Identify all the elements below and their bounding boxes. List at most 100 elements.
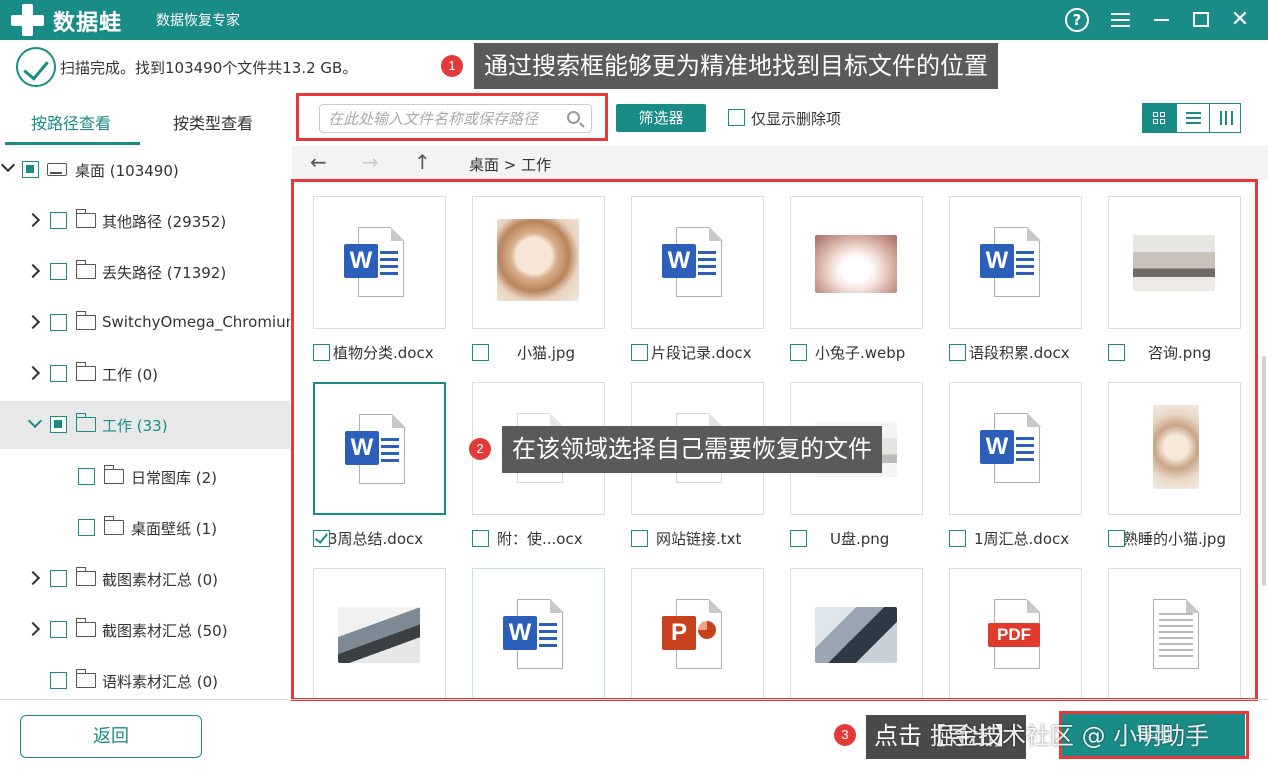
file-card[interactable]: PDF xyxy=(949,568,1082,700)
grid-view-button[interactable] xyxy=(1143,104,1176,132)
tree-checkbox[interactable] xyxy=(22,161,39,178)
word-file-icon: W xyxy=(344,226,406,299)
chevron-right-icon[interactable] xyxy=(25,212,41,228)
file-name-label: 1周汇总.docx xyxy=(974,530,1070,548)
back-arrow-icon[interactable]: ← xyxy=(310,150,327,174)
title-bar: 数据蛙 数据恢复专家 ? ✕ xyxy=(0,0,1268,40)
file-card[interactable]: W xyxy=(472,568,605,700)
file-checkbox[interactable] xyxy=(790,530,807,547)
tree-item-desktop[interactable]: 桌面 (103490) xyxy=(0,148,290,192)
forward-arrow-icon[interactable]: → xyxy=(362,150,379,174)
help-button[interactable]: ? xyxy=(1062,5,1092,35)
file-checkbox[interactable] xyxy=(631,530,648,547)
tree-checkbox[interactable] xyxy=(50,314,67,331)
chevron-down-icon[interactable] xyxy=(27,413,43,429)
file-card[interactable]: W xyxy=(313,382,446,515)
search-box[interactable] xyxy=(319,104,592,133)
file-name-label: 植物分类.docx xyxy=(333,344,434,362)
active-tab-indicator xyxy=(5,142,140,145)
up-arrow-icon[interactable]: ↑ xyxy=(414,150,431,174)
chevron-right-icon[interactable] xyxy=(25,314,41,330)
tree-checkbox[interactable] xyxy=(50,212,67,229)
tree-item-label: 丢失路径 (71392) xyxy=(102,264,227,282)
tree-item-label: 日常图库 (2) xyxy=(131,469,218,487)
search-icon[interactable] xyxy=(567,111,580,124)
app-name: 数据蛙 xyxy=(53,11,123,36)
menu-button[interactable] xyxy=(1105,5,1135,35)
tree-item-daily-gallery[interactable]: 日常图库 (2) xyxy=(0,455,290,499)
chevron-right-icon[interactable] xyxy=(25,621,41,637)
chevron-right-icon[interactable] xyxy=(25,263,41,279)
text-file-icon xyxy=(1139,598,1201,671)
file-card[interactable]: W xyxy=(631,196,764,329)
folder-icon xyxy=(75,260,96,279)
file-card[interactable] xyxy=(472,196,605,329)
tree-checkbox[interactable] xyxy=(50,416,67,433)
file-card[interactable] xyxy=(1108,568,1241,700)
close-button[interactable]: ✕ xyxy=(1225,5,1255,35)
tree-item-label: 其他路径 (29352) xyxy=(102,213,227,231)
tree-item-corpus[interactable]: 语料素材汇总 (0) xyxy=(0,659,290,698)
file-checkbox[interactable] xyxy=(949,344,966,361)
file-card[interactable] xyxy=(313,568,446,700)
tab-by-type[interactable]: 按类型查看 xyxy=(173,110,253,144)
file-card[interactable]: W xyxy=(313,196,446,329)
tree-item-label: 截图素材汇总 (0) xyxy=(102,571,219,589)
maximize-button[interactable] xyxy=(1186,5,1216,35)
breadcrumb: 桌面 > 工作 xyxy=(469,156,552,174)
tree-item-label: 语料素材汇总 (0) xyxy=(102,673,219,691)
tree-checkbox[interactable] xyxy=(50,365,67,382)
file-card[interactable]: W xyxy=(949,196,1082,329)
grid-scrollbar[interactable] xyxy=(1262,356,1266,586)
drive-icon xyxy=(47,163,67,176)
tree-item-screenshots-0[interactable]: 截图素材汇总 (0) xyxy=(0,557,290,601)
file-checkbox[interactable] xyxy=(472,530,489,547)
only-deleted-checkbox[interactable] xyxy=(728,109,745,126)
word-file-icon: W xyxy=(345,413,407,486)
tree-checkbox[interactable] xyxy=(50,263,67,280)
back-button[interactable]: 返回 xyxy=(20,715,202,758)
tab-by-path[interactable]: 按路径查看 xyxy=(31,110,111,144)
file-card[interactable]: W xyxy=(949,382,1082,515)
bunny-photo-thumbnail xyxy=(815,235,897,293)
chevron-right-icon[interactable] xyxy=(25,570,41,586)
search-input[interactable] xyxy=(328,108,558,130)
chevron-right-icon[interactable] xyxy=(25,365,41,381)
tree-item-desktop-wallpaper[interactable]: 桌面壁纸 (1) xyxy=(0,506,290,550)
help-icon: ? xyxy=(1065,8,1089,32)
file-checkbox[interactable] xyxy=(631,344,648,361)
tree-item-work-empty[interactable]: 工作 (0) xyxy=(0,352,290,396)
tree-item-label: 工作 (0) xyxy=(102,366,159,384)
tree-item-other-paths[interactable]: 其他路径 (29352) xyxy=(0,199,290,243)
file-checkbox[interactable] xyxy=(313,344,330,361)
file-checkbox[interactable] xyxy=(949,530,966,547)
filter-button[interactable]: 筛选器 xyxy=(616,104,706,132)
file-card[interactable] xyxy=(1108,382,1241,515)
file-card[interactable]: P xyxy=(631,568,764,700)
file-checkbox[interactable] xyxy=(790,344,807,361)
chevron-down-icon[interactable] xyxy=(0,157,16,173)
minimize-button[interactable] xyxy=(1146,5,1176,35)
tree-item-work-selected[interactable]: 工作 (33) xyxy=(0,401,290,449)
tree-checkbox[interactable] xyxy=(50,672,67,689)
tree-item-screenshots-50[interactable]: 截图素材汇总 (50) xyxy=(0,608,290,652)
laptop-photo-thumbnail xyxy=(338,607,420,663)
export-button[interactable]: 导出 xyxy=(1062,714,1245,756)
tree-item-switchyomega[interactable]: SwitchyOmega_Chromium xyxy=(0,301,290,345)
file-card[interactable] xyxy=(790,196,923,329)
list-view-button[interactable] xyxy=(1176,104,1209,132)
file-checkbox[interactable] xyxy=(472,344,489,361)
file-card[interactable] xyxy=(790,568,923,700)
file-checkbox[interactable] xyxy=(1108,344,1125,361)
tree-item-lost-paths[interactable]: 丢失路径 (71392) xyxy=(0,250,290,294)
tree-checkbox[interactable] xyxy=(50,570,67,587)
file-card[interactable] xyxy=(1108,196,1241,329)
file-name-label: 3周总结.docx xyxy=(328,530,424,548)
view-mode-switcher xyxy=(1142,103,1241,133)
file-name-label: U盘.png xyxy=(830,530,890,548)
folder-icon xyxy=(75,362,96,381)
tree-checkbox[interactable] xyxy=(50,621,67,638)
detail-view-button[interactable] xyxy=(1209,104,1242,132)
tree-checkbox[interactable] xyxy=(78,519,95,536)
tree-checkbox[interactable] xyxy=(78,468,95,485)
